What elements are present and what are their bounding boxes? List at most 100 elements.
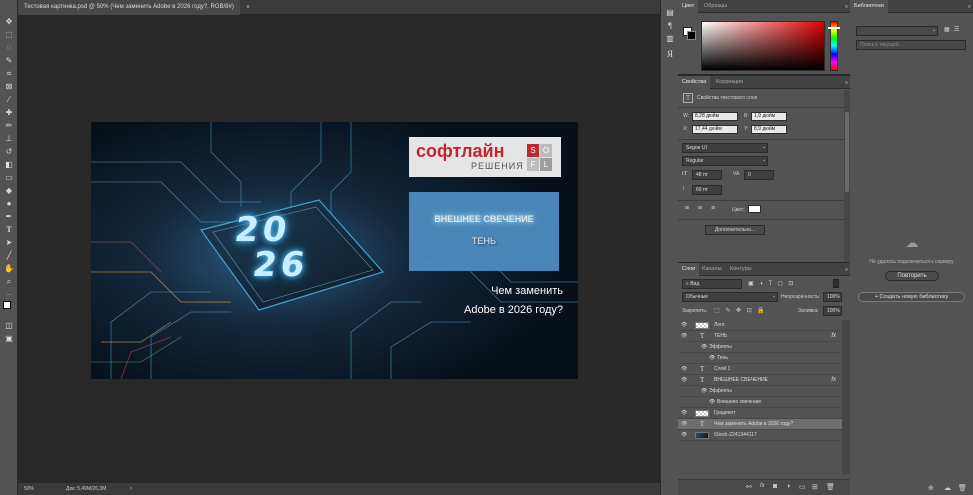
visibility-eye-icon[interactable]: 👁	[681, 320, 689, 331]
filter-toggle[interactable]	[833, 279, 839, 288]
x-input[interactable]: 17,44 дюйм	[692, 125, 738, 134]
lock-icons[interactable]: ⬚ ✎ ✥ ⊡ 🔒	[714, 307, 767, 314]
effects-eye-icon[interactable]: 👁	[701, 386, 707, 397]
history-panel-icon[interactable]: ▤	[664, 7, 676, 18]
create-library-button[interactable]: + Создать новую библиотеку	[858, 292, 965, 302]
more-tools-icon[interactable]: ···	[3, 289, 15, 300]
layer-filter-select[interactable]: ⌕ Вид	[682, 279, 742, 289]
add-mask-icon[interactable]: ◙	[773, 483, 777, 490]
height-input[interactable]: 1,9 дюйм	[751, 112, 787, 121]
layer-filter-icons[interactable]: ▣ ◑ T ◻ ⊡	[748, 280, 795, 287]
effects-eye-icon[interactable]: 👁	[701, 342, 707, 353]
opacity-input[interactable]: 100%	[823, 292, 842, 302]
magic-wand-tool-icon[interactable]: ✎	[3, 55, 15, 66]
layer-row[interactable]: 👁 iStock-2241344117	[678, 430, 842, 441]
canvas-workspace[interactable]: 20 26 софтлайн РЕШЕНИЯ S O F L ВНЕШНЕЕ С…	[18, 15, 660, 483]
layer-row[interactable]: 👁 Эффекты	[678, 342, 842, 353]
tab-swatches[interactable]: Образцы	[700, 0, 731, 13]
tab-channels[interactable]: Каналы	[698, 263, 726, 276]
layer-row[interactable]: 👁 Эффекты	[678, 386, 842, 397]
pen-tool-icon[interactable]: ✒	[3, 211, 15, 222]
visibility-eye-icon[interactable]: 👁	[681, 419, 689, 430]
align-right-icon[interactable]: ≡	[711, 205, 715, 212]
blur-tool-icon[interactable]: ◆	[3, 185, 15, 196]
lasso-tool-icon[interactable]: ◌	[3, 42, 15, 53]
effect-eye-icon[interactable]: 👁	[709, 353, 715, 364]
blend-mode-select[interactable]: Обычные	[682, 292, 778, 302]
brush-tool-icon[interactable]: ✏	[3, 120, 15, 131]
panel-menu-icon[interactable]: ≡	[845, 80, 848, 86]
visibility-eye-icon[interactable]: 👁	[681, 364, 689, 375]
list-view-icon[interactable]: ☰	[954, 26, 959, 33]
library-search-input[interactable]: Поиск в текущей...	[856, 40, 966, 50]
layer-fx-icon[interactable]: fx	[831, 375, 836, 386]
document-tab[interactable]: Тестовая картинка.psd @ 50% (Чем заменит…	[18, 0, 240, 15]
font-style-select[interactable]: Regular	[682, 156, 768, 166]
tab-properties[interactable]: Свойства	[678, 76, 711, 89]
glyphs-panel-icon[interactable]: Я	[664, 48, 676, 59]
library-add-icon[interactable]: ⊕	[928, 484, 934, 492]
document-info[interactable]: Док: 5,49M/26,3M	[66, 483, 106, 495]
color-field[interactable]	[701, 21, 825, 71]
more-options-button[interactable]: Дополнительно...	[705, 225, 765, 235]
y-input[interactable]: 8,9 дюйм	[751, 125, 787, 134]
link-layers-icon[interactable]: ⚯	[746, 483, 752, 491]
gradient-tool-icon[interactable]: ▭	[3, 172, 15, 183]
visibility-eye-icon[interactable]: 👁	[681, 408, 689, 419]
delete-layer-icon[interactable]: 🗑	[826, 483, 835, 491]
close-tab-icon[interactable]: ×	[246, 0, 250, 15]
status-arrow-icon[interactable]: ›	[130, 483, 132, 495]
layer-list[interactable]: 👁 Лого 👁 T ТЕНЬ fx 👁 Эффекты 👁 Тень 👁 T Слой 1 👁 T ВНЕШ…	[678, 320, 842, 474]
effect-eye-icon[interactable]: 👁	[709, 397, 715, 408]
quick-mask-icon[interactable]: ◫	[3, 320, 15, 331]
layer-fx-icon[interactable]: fx	[831, 331, 836, 342]
width-input[interactable]: 8,28 дюйм	[692, 112, 738, 121]
dodge-tool-icon[interactable]: ●	[3, 198, 15, 209]
tab-layers[interactable]: Слои	[678, 263, 700, 276]
adjustment-layer-icon[interactable]: ◑	[786, 483, 790, 490]
layer-row[interactable]: 👁 Градиент	[678, 408, 842, 419]
properties-scrollbar-thumb[interactable]	[845, 112, 849, 192]
type-tool-icon[interactable]: T	[3, 224, 15, 235]
move-tool-icon[interactable]: ✥	[3, 16, 15, 27]
visibility-eye-icon[interactable]: 👁	[681, 430, 689, 441]
zoom-level[interactable]: 50%	[24, 483, 34, 495]
path-selection-tool-icon[interactable]: ➤	[3, 237, 15, 248]
foreground-color-swatch[interactable]	[3, 301, 11, 309]
paragraph-panel-icon[interactable]: ¶	[664, 20, 676, 31]
visibility-eye-icon[interactable]: 👁	[681, 331, 689, 342]
line-tool-icon[interactable]: ╱	[3, 250, 15, 261]
clone-stamp-tool-icon[interactable]: ⊥	[3, 133, 15, 144]
tab-paths[interactable]: Контуры	[726, 263, 756, 276]
properties-strip-icon[interactable]: ▥	[664, 33, 676, 44]
tab-adjustments[interactable]: Коррекция	[712, 76, 747, 89]
eyedropper-tool-icon[interactable]: ⁄	[3, 94, 15, 105]
align-center-icon[interactable]: ≡	[698, 205, 702, 212]
library-cloud-icon[interactable]: ☁	[944, 484, 951, 492]
panel-menu-icon[interactable]: ≡	[845, 267, 848, 273]
marquee-tool-icon[interactable]: ⬚	[3, 29, 15, 40]
tab-color[interactable]: Цвет	[678, 0, 699, 13]
layer-row[interactable]: 👁 Тень	[678, 353, 842, 364]
layer-row[interactable]: 👁 Лого	[678, 320, 842, 331]
layer-row[interactable]: 👁 T Слой 1	[678, 364, 842, 375]
crop-tool-icon[interactable]: ⌗	[3, 68, 15, 79]
document-canvas[interactable]: 20 26 софтлайн РЕШЕНИЯ S O F L ВНЕШНЕЕ С…	[91, 122, 578, 379]
frame-tool-icon[interactable]: ⊠	[3, 81, 15, 92]
layer-row[interactable]: 👁 T ТЕНЬ fx	[678, 331, 842, 342]
history-brush-tool-icon[interactable]: ↺	[3, 146, 15, 157]
font-size-input[interactable]: 48 пт	[692, 170, 722, 180]
layers-scrollbar[interactable]	[842, 320, 850, 474]
zoom-tool-icon[interactable]: ⌕	[3, 276, 15, 287]
font-family-select[interactable]: Segoe UI	[682, 143, 768, 153]
library-delete-icon[interactable]: 🗑	[958, 484, 967, 492]
visibility-eye-icon[interactable]: 👁	[681, 375, 689, 386]
eraser-tool-icon[interactable]: ◧	[3, 159, 15, 170]
tab-libraries[interactable]: Библиотеки	[850, 0, 888, 13]
layer-row[interactable]: 👁 T ВНЕШНЕЕ СВЕЧЕНИЕ fx	[678, 375, 842, 386]
layer-row[interactable]: 👁 Внешнее свечение	[678, 397, 842, 408]
library-select[interactable]	[856, 26, 938, 36]
screen-mode-icon[interactable]: ▣	[3, 333, 15, 344]
new-layer-icon[interactable]: ⊞	[812, 483, 818, 491]
layer-style-icon[interactable]: fx	[760, 483, 765, 489]
